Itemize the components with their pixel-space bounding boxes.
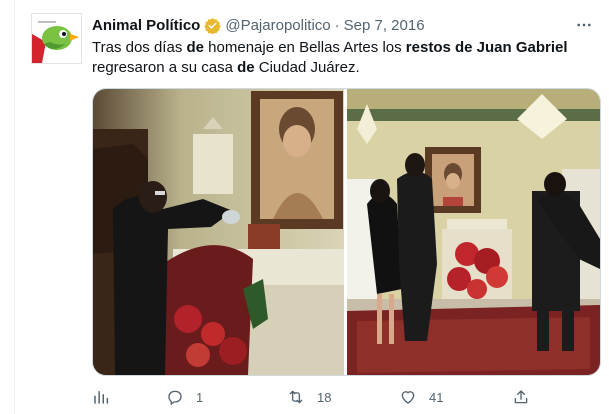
more-button[interactable]	[573, 14, 595, 36]
analytics-button[interactable]	[92, 386, 110, 408]
author-handle[interactable]: @Pajaropolitico	[225, 17, 330, 34]
bird-logo-icon	[32, 14, 81, 63]
tweet-media	[92, 88, 601, 376]
like-count: 41	[429, 389, 444, 405]
tweet-text: Tras dos días de homenaje en Bellas Arte…	[92, 38, 592, 78]
like-icon	[401, 391, 415, 404]
separator-dot: ·	[334, 16, 340, 34]
more-icon	[577, 23, 591, 27]
like-button[interactable]: 41	[399, 386, 443, 408]
text-segment-bold: de	[186, 39, 204, 56]
media-photo-2[interactable]	[347, 89, 600, 375]
text-segment-bold: restos de Juan Gabriel	[405, 39, 568, 56]
share-button[interactable]	[512, 386, 530, 408]
retweet-icon	[289, 390, 303, 404]
verified-badge-icon	[204, 17, 222, 34]
retweet-button[interactable]: 18	[287, 386, 331, 408]
text-segment: regresaron a su casa	[92, 59, 238, 76]
photo-image	[347, 89, 600, 375]
analytics-icon	[94, 391, 109, 404]
share-icon	[514, 390, 528, 404]
photo-image	[93, 89, 344, 375]
text-segment: Ciudad Juárez.	[254, 59, 360, 76]
tweet-header: Animal Político @Pajaropolitico · Sep 7,…	[92, 15, 425, 35]
reply-button[interactable]: 1	[166, 386, 203, 408]
retweet-count: 18	[317, 389, 332, 405]
tweet-date[interactable]: Sep 7, 2016	[344, 17, 425, 34]
tweet[interactable]: Animal Político @Pajaropolitico · Sep 7,…	[14, 0, 609, 414]
text-segment: Tras dos días	[92, 39, 187, 56]
author-name[interactable]: Animal Político	[92, 17, 200, 34]
text-segment: homenaje en Bellas Artes los	[204, 39, 406, 56]
reply-icon	[168, 390, 182, 405]
text-segment-bold: de	[237, 59, 255, 76]
reply-count: 1	[196, 389, 204, 405]
avatar[interactable]	[31, 13, 82, 64]
tweet-actions: 1 18 41	[92, 386, 592, 408]
media-photo-1[interactable]	[93, 89, 344, 375]
